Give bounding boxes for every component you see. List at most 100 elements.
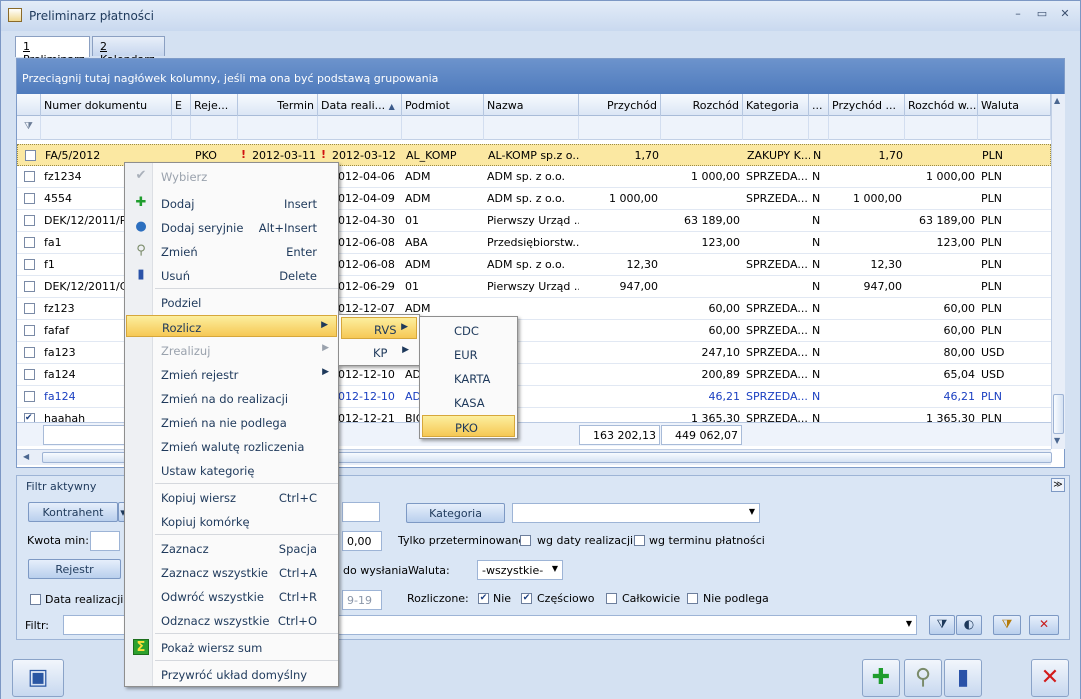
- col-header-przychod[interactable]: Przychód: [579, 94, 661, 116]
- calkowicie-checkbox[interactable]: [606, 593, 617, 604]
- collapse-panel-icon[interactable]: ≫: [1051, 478, 1065, 492]
- menu-zmien-walute[interactable]: Zmień walutę rozliczenia: [126, 435, 337, 457]
- tab-kalendarz[interactable]: 2 Kalendarz: [92, 36, 165, 66]
- close-icon[interactable]: ✕: [1031, 659, 1069, 697]
- col-header-dots[interactable]: ...: [809, 94, 829, 116]
- menu-zmien-rejestr[interactable]: Zmień rejestr ▶: [126, 363, 337, 385]
- cell-n: N: [812, 214, 821, 227]
- menu-dodaj-seryjnie[interactable]: ● Dodaj seryjnie Alt+Insert: [126, 216, 337, 238]
- nie-checkbox[interactable]: ✔: [478, 593, 489, 604]
- menu-zaznacz[interactable]: Zaznacz Spacja: [126, 537, 337, 559]
- czesciowo-checkbox[interactable]: ✔: [521, 593, 532, 604]
- col-header-termin[interactable]: Termin: [238, 94, 318, 116]
- row-checkbox[interactable]: [24, 281, 35, 292]
- menu-zmien-na-do-realizacji[interactable]: Zmień na do realizacji: [126, 387, 337, 409]
- row-checkbox[interactable]: [24, 193, 35, 204]
- nie-podlega-checkbox[interactable]: [687, 593, 698, 604]
- col-header-kategoria[interactable]: Kategoria: [743, 94, 809, 116]
- col-header-check[interactable]: [17, 94, 41, 116]
- row-checkbox[interactable]: [24, 171, 35, 182]
- vertical-scrollbar[interactable]: ▲ ▼: [1051, 94, 1065, 449]
- col-header-waluta[interactable]: Waluta: [978, 94, 1051, 116]
- wg-terminu-checkbox[interactable]: [634, 535, 645, 546]
- row-checkbox[interactable]: [25, 150, 36, 161]
- menu-wybierz[interactable]: ✔ Wybierz: [126, 165, 337, 187]
- close-window-button[interactable]: ✕: [1056, 7, 1074, 23]
- title-bar[interactable]: Preliminarz płatności – ▭ ✕: [1, 1, 1080, 31]
- col-header-podmiot[interactable]: Podmiot: [402, 94, 484, 116]
- menu-zmien-na-nie-podlega[interactable]: Zmień na nie podlega: [126, 411, 337, 433]
- row-checkbox[interactable]: [24, 325, 35, 336]
- scroll-down-icon[interactable]: ▼: [1054, 436, 1060, 445]
- kategoria-input[interactable]: ▼: [512, 503, 760, 523]
- col-header-rozchod-w[interactable]: Rozchód w...: [905, 94, 978, 116]
- menu-odwroc-wszystkie[interactable]: Odwróć wszystkie Ctrl+R: [126, 585, 337, 607]
- waluta-dropdown-icon[interactable]: ▼: [552, 564, 558, 573]
- data-realizacji-checkbox[interactable]: [30, 594, 41, 605]
- submenu-cdc[interactable]: CDC: [422, 319, 515, 341]
- row-checkbox[interactable]: [24, 369, 35, 380]
- col-header-numer[interactable]: Numer dokumentu: [41, 94, 172, 116]
- vertical-scroll-thumb[interactable]: [1053, 394, 1064, 434]
- filter-refresh-icon[interactable]: ◐: [956, 615, 982, 635]
- menu-kopiuj-wiersz[interactable]: Kopiuj wiersz Ctrl+C: [126, 486, 337, 508]
- wg-daty-checkbox[interactable]: [520, 535, 531, 546]
- row-checkbox[interactable]: [24, 215, 35, 226]
- save-layout-icon[interactable]: ▣: [12, 659, 64, 697]
- delete-icon[interactable]: ▮: [944, 659, 982, 697]
- add-icon[interactable]: ✚: [862, 659, 900, 697]
- col-header-rozchod[interactable]: Rozchód: [661, 94, 743, 116]
- menu-podziel[interactable]: Podziel: [126, 291, 337, 313]
- menu-dodaj[interactable]: ✚ Dodaj Insert: [126, 192, 337, 214]
- filter-clear-icon[interactable]: ✕: [1029, 615, 1059, 635]
- col-header-data-realizacji[interactable]: Data reali... ▲: [318, 94, 402, 116]
- row-checkbox[interactable]: [24, 391, 35, 402]
- edit-icon[interactable]: ⚲: [904, 659, 942, 697]
- kategoria-dropdown-icon[interactable]: ▼: [749, 507, 755, 516]
- col-header-nazwa[interactable]: Nazwa: [484, 94, 579, 116]
- tab-preliminarz[interactable]: 1 Preliminarz: [15, 36, 90, 66]
- menu-rozlicz[interactable]: Rozlicz ▶: [126, 315, 337, 337]
- kwota-min-input[interactable]: [90, 531, 120, 551]
- menu-zmien[interactable]: ⚲ Zmień Enter: [126, 240, 337, 262]
- menu-zaznacz-wszystkie[interactable]: Zaznacz wszystkie Ctrl+A: [126, 561, 337, 583]
- menu-usun[interactable]: ▮ Usuń Delete: [126, 264, 337, 286]
- col-header-przychod-w[interactable]: Przychód ...: [829, 94, 905, 116]
- row-checkbox[interactable]: [24, 347, 35, 358]
- menu-przywroc-uklad[interactable]: Przywróć układ domyślny: [126, 663, 337, 685]
- col-header-rejestr[interactable]: Reje...: [191, 94, 238, 116]
- filter-edit-icon[interactable]: ⧩: [993, 615, 1021, 635]
- row-checkbox[interactable]: [24, 237, 35, 248]
- menu-pokaz-wiersz-sum[interactable]: Σ Pokaż wiersz sum: [126, 636, 337, 658]
- submenu-kp[interactable]: KP ▶: [341, 341, 417, 363]
- submenu-kasa[interactable]: KASA: [422, 391, 515, 413]
- cell-przychod: 947,00: [619, 280, 659, 293]
- data-do-input[interactable]: 9-19: [342, 590, 382, 610]
- submenu-pko[interactable]: PKO: [422, 415, 515, 437]
- submenu-rvs[interactable]: RVS ▶: [341, 317, 417, 339]
- menu-kopiuj-komorke[interactable]: Kopiuj komórkę: [126, 510, 337, 532]
- waluta-select[interactable]: -wszystkie- ▼: [477, 560, 563, 580]
- maximize-button[interactable]: ▭: [1033, 7, 1051, 23]
- grid-filter-row[interactable]: ⧩: [17, 116, 1051, 140]
- row-checkbox[interactable]: [24, 259, 35, 270]
- filter-funnel-icon[interactable]: ⧩: [929, 615, 955, 635]
- row-checkbox[interactable]: [24, 303, 35, 314]
- rejestr-button[interactable]: Rejestr: [28, 559, 121, 579]
- submenu-karta[interactable]: KARTA: [422, 367, 515, 389]
- rvs-submenu: CDC EUR KARTA KASA PKO: [419, 316, 518, 439]
- scroll-left-icon[interactable]: ◀: [23, 452, 29, 461]
- submenu-eur[interactable]: EUR: [422, 343, 515, 365]
- menu-ustaw-kategorie[interactable]: Ustaw kategorię: [126, 459, 337, 481]
- filtr-dropdown-icon[interactable]: ▼: [906, 619, 912, 628]
- kwota-max-input[interactable]: 0,00: [342, 531, 382, 551]
- kontrahent-input[interactable]: [342, 502, 380, 522]
- menu-odznacz-wszystkie[interactable]: Odznacz wszystkie Ctrl+O: [126, 609, 337, 631]
- group-by-area[interactable]: Przeciągnij tutaj nagłówek kolumny, jeśl…: [17, 59, 1064, 94]
- scroll-up-icon[interactable]: ▲: [1054, 96, 1060, 105]
- kategoria-button[interactable]: Kategoria: [406, 503, 505, 523]
- kontrahent-button[interactable]: Kontrahent: [28, 502, 118, 522]
- col-header-e[interactable]: E: [172, 94, 191, 116]
- menu-zrealizuj[interactable]: Zrealizuj ▶: [126, 339, 337, 361]
- minimize-button[interactable]: –: [1009, 7, 1027, 23]
